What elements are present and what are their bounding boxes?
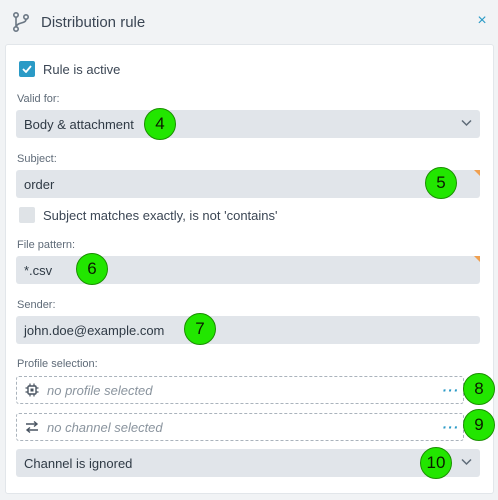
dialog-title: Distribution rule bbox=[41, 14, 146, 31]
channel-placeholder: no channel selected bbox=[47, 419, 163, 435]
subject-value: order bbox=[24, 176, 55, 192]
swap-arrows-icon bbox=[25, 420, 39, 434]
checkmark-icon bbox=[22, 65, 32, 73]
chevron-down-icon[interactable] bbox=[461, 458, 472, 466]
more-icon[interactable]: ··· bbox=[442, 420, 459, 434]
subject-label: Subject: bbox=[17, 153, 57, 165]
more-icon[interactable]: ··· bbox=[442, 383, 459, 397]
required-marker bbox=[474, 170, 480, 176]
channel-mode-value: Channel is ignored bbox=[24, 455, 133, 471]
file-pattern-value: *.csv bbox=[24, 262, 53, 278]
channel-mode-select[interactable]: Channel is ignored bbox=[16, 449, 480, 477]
profile-selector[interactable]: no profile selected ··· bbox=[16, 376, 464, 404]
chip-icon bbox=[25, 383, 39, 397]
rule-active-row[interactable]: Rule is active bbox=[19, 60, 120, 78]
rule-active-label: Rule is active bbox=[43, 61, 121, 77]
subject-input[interactable]: order bbox=[16, 170, 480, 198]
valid-for-select[interactable]: Body & attachment bbox=[16, 110, 480, 138]
sender-label: Sender: bbox=[17, 299, 56, 311]
subject-exact-row[interactable]: Subject matches exactly, is not 'contain… bbox=[19, 206, 278, 224]
branch-icon bbox=[12, 11, 30, 33]
close-icon[interactable]: × bbox=[474, 13, 490, 29]
callout-badge: 8 bbox=[463, 373, 495, 405]
callout-badge: 4 bbox=[144, 108, 176, 140]
rule-active-checkbox[interactable] bbox=[19, 61, 35, 77]
subject-exact-checkbox[interactable] bbox=[19, 207, 35, 223]
dialog-header: Distribution rule × bbox=[0, 0, 498, 44]
sender-input[interactable]: john.doe@example.com bbox=[16, 316, 480, 344]
profile-selection-label: Profile selection: bbox=[17, 358, 98, 370]
channel-selector[interactable]: no channel selected ··· bbox=[16, 413, 464, 441]
callout-badge: 7 bbox=[184, 313, 216, 345]
callout-badge: 10 bbox=[420, 447, 452, 479]
callout-badge: 9 bbox=[463, 409, 495, 441]
callout-badge: 5 bbox=[425, 167, 457, 199]
callout-badge: 6 bbox=[76, 253, 108, 285]
required-marker bbox=[474, 256, 480, 262]
file-pattern-label: File pattern: bbox=[17, 239, 76, 251]
profile-placeholder: no profile selected bbox=[47, 382, 153, 398]
sender-value: john.doe@example.com bbox=[24, 322, 165, 338]
valid-for-label: Valid for: bbox=[17, 93, 60, 105]
subject-exact-label: Subject matches exactly, is not 'contain… bbox=[43, 207, 278, 223]
chevron-down-icon[interactable] bbox=[461, 119, 472, 127]
valid-for-value: Body & attachment bbox=[24, 116, 134, 132]
